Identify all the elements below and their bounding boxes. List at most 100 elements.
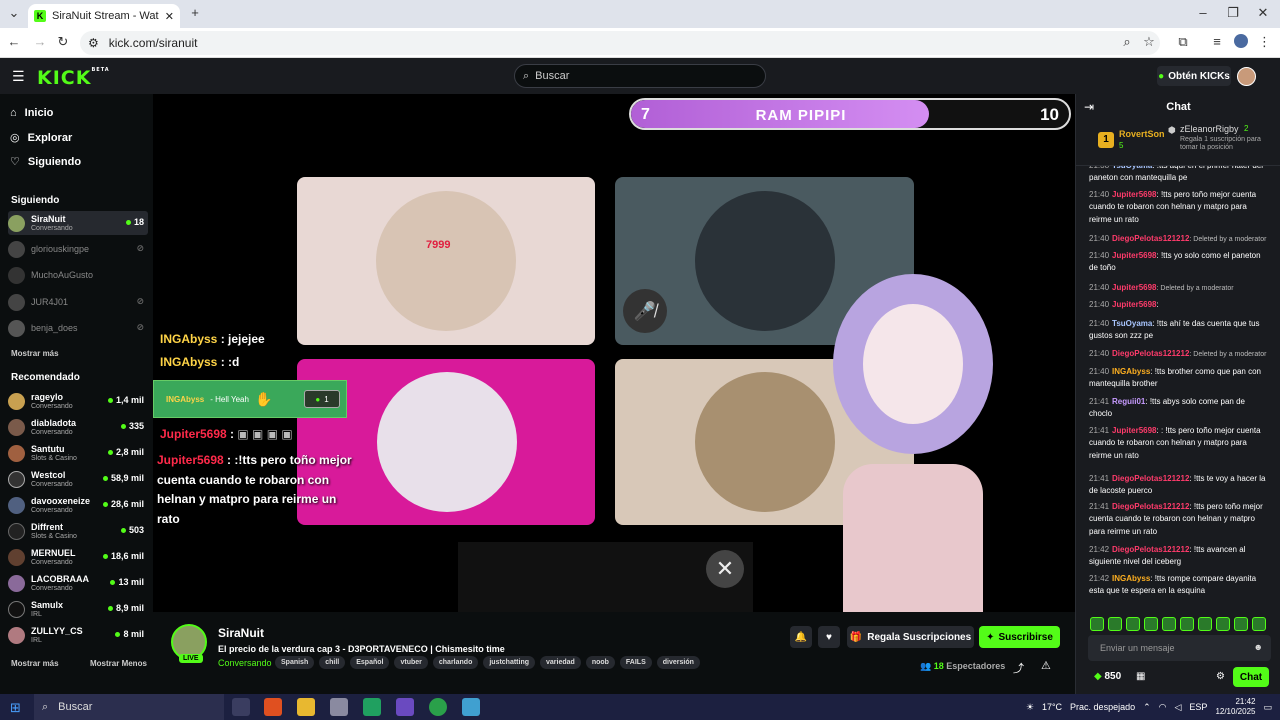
kick-logo[interactable]: KICKBETA — [37, 67, 110, 89]
tray-chevron-icon[interactable]: ⌃ — [1143, 702, 1151, 713]
sidebar-channel-benja-does[interactable]: benja_does ⊘ — [8, 316, 148, 340]
emoji-picker-icon[interactable]: ☻ — [1254, 642, 1263, 652]
follow-button[interactable]: ♥ — [818, 626, 840, 648]
emote-icon[interactable] — [1234, 617, 1248, 631]
send-chat-button[interactable]: Chat — [1233, 667, 1269, 687]
chat-username[interactable]: DiegoPelotas121212 — [1112, 545, 1189, 554]
chrome-icon[interactable] — [429, 698, 447, 716]
app-icon[interactable] — [363, 698, 381, 716]
emote-icon[interactable] — [1162, 617, 1176, 631]
sidebar-channel-muchoaugusto[interactable]: MuchoAuGusto — [8, 263, 148, 287]
site-info-icon[interactable]: ⚙ — [88, 36, 99, 50]
sidebar-channel-diffrent[interactable]: Diffrent Slots & Casino 503 — [8, 519, 148, 543]
sidebar-channel-davooxeneize[interactable]: davooxeneize Conversando 28,6 mil — [8, 493, 148, 517]
chat-username[interactable]: DiegoPelotas121212 — [1112, 502, 1189, 511]
clock[interactable]: 21:42 12/10/2025 — [1215, 697, 1255, 717]
volume-icon[interactable]: ◁ — [1175, 702, 1182, 713]
forward-icon[interactable]: → — [32, 34, 48, 49]
report-icon[interactable]: ⚠ — [1041, 659, 1051, 672]
restore-icon[interactable]: ❐ — [1226, 5, 1240, 21]
back-icon[interactable]: ← — [6, 34, 22, 49]
user-avatar[interactable] — [1237, 67, 1256, 86]
sidebar-channel-jur4j01[interactable]: JUR4J01 ⊘ — [8, 290, 148, 314]
settings-gear-icon[interactable]: ⚙ — [1216, 671, 1225, 682]
media-icon[interactable]: ≡ — [1210, 34, 1224, 49]
stream-category[interactable]: Conversando — [218, 658, 272, 668]
notification-icon[interactable]: ▭ — [1263, 702, 1272, 713]
emote-icon[interactable] — [1198, 617, 1212, 631]
tag[interactable]: justchatting — [483, 656, 536, 669]
sidebar-channel-samulx[interactable]: Samulx IRL 8,9 mil — [8, 597, 148, 621]
sidebar-channel-gloriouskingpe[interactable]: gloriouskingpe ⊘ — [8, 237, 148, 261]
chat-username[interactable]: DiegoPelotas121212 — [1112, 234, 1189, 243]
tag[interactable]: noob — [585, 656, 615, 669]
discord-icon[interactable] — [396, 698, 414, 716]
share-icon[interactable]: ⤴ — [1013, 660, 1024, 676]
bookmark-star-icon[interactable]: ☆ — [1142, 34, 1156, 50]
tag[interactable]: Spanish — [275, 656, 315, 669]
emote-icon[interactable] — [1252, 617, 1266, 631]
gift-subs-button[interactable]: 🎁 Regala Suscripciones — [847, 626, 974, 648]
subscribe-button[interactable]: ✦ Suscribirse — [979, 626, 1060, 648]
task-view-icon[interactable] — [232, 698, 250, 716]
show-less-link[interactable]: Mostrar Menos — [90, 659, 147, 668]
store-icon[interactable]: ▦ — [1136, 671, 1145, 682]
nav-home[interactable]: ⌂ Inicio — [10, 107, 53, 119]
nav-explore[interactable]: ◎ Explorar — [10, 131, 72, 145]
browser-menu-icon[interactable]: ⋮ — [1258, 34, 1271, 50]
emote-icon[interactable] — [1126, 617, 1140, 631]
emote-icon[interactable] — [1144, 617, 1158, 631]
tag[interactable]: variedad — [540, 656, 581, 669]
zoom-icon[interactable]: ⌕ — [1120, 34, 1134, 50]
minimize-icon[interactable]: – — [1196, 5, 1210, 20]
sidebar-channel-lacobraaa[interactable]: LACOBRAAA Conversando 13 mil — [8, 571, 148, 595]
chat-username[interactable]: DiegoPelotas121212 — [1112, 349, 1189, 358]
close-window-icon[interactable]: ✕ — [1256, 5, 1270, 21]
profile-avatar-icon[interactable] — [1234, 34, 1248, 48]
get-kicks-button[interactable]: ● Obtén KICKs — [1157, 66, 1231, 86]
sidebar-channel-westcol[interactable]: Westcol Conversando 58,9 mil — [8, 467, 148, 491]
sidebar-channel-zullyy-cs[interactable]: ZULLYY_CS IRL 8 mil — [8, 623, 148, 647]
chat-username[interactable]: Reguii01 — [1112, 397, 1145, 406]
chat-username[interactable]: Jupiter5698 — [1112, 426, 1156, 435]
sidebar-channel-rageylo[interactable]: rageylo Conversando 1,4 mil — [8, 389, 148, 413]
new-tab-icon[interactable]: + — [188, 5, 202, 20]
language-indicator[interactable]: ESP — [1189, 702, 1207, 712]
extensions-icon[interactable]: ⧉ — [1176, 34, 1190, 50]
channel-name[interactable]: SiraNuit — [218, 626, 264, 640]
taskbar-search[interactable]: ⌕ Buscar — [34, 694, 224, 720]
emote-icon[interactable] — [1108, 617, 1122, 631]
tag[interactable]: chill — [319, 656, 346, 669]
chat-username[interactable]: Jupiter5698 — [1112, 251, 1156, 260]
show-more-link[interactable]: Mostrar más — [11, 659, 59, 668]
tag[interactable]: Español — [350, 656, 390, 669]
video-player[interactable]: 7 RAM PIPIPI 10 7999 🎤̸ INGAbyss : jejej… — [153, 94, 1075, 612]
sidebar-channel-siranuit[interactable]: SiraNuit Conversando 18 — [8, 211, 148, 235]
show-more-following-link[interactable]: Mostrar más — [11, 349, 59, 358]
tag[interactable]: FAILS — [619, 656, 652, 669]
kicks-balance[interactable]: ◆ 850 — [1094, 671, 1121, 682]
sidebar-channel-diabladota[interactable]: diabladota Conversando 335 — [8, 415, 148, 439]
app-icon[interactable] — [462, 698, 480, 716]
brave-icon[interactable] — [264, 698, 282, 716]
file-explorer-icon[interactable] — [297, 698, 315, 716]
reload-icon[interactable]: ↻ — [55, 34, 71, 50]
chat-username[interactable]: Jupiter5698 — [1112, 300, 1156, 309]
chat-username[interactable]: INGAbyss — [1112, 574, 1150, 583]
sidebar-channel-mernuel[interactable]: MERNUEL Conversando 18,6 mil — [8, 545, 148, 569]
emote-icon[interactable] — [1180, 617, 1194, 631]
chat-username[interactable]: TsuOyama — [1112, 166, 1152, 170]
tag[interactable]: diversión — [656, 656, 700, 669]
search-input[interactable]: ⌕ Buscar — [514, 64, 766, 88]
chat-username[interactable]: TsuOyama — [1112, 319, 1152, 328]
emote-icon[interactable] — [1090, 617, 1104, 631]
chat-username[interactable]: INGAbyss — [1112, 367, 1150, 376]
hamburger-menu-icon[interactable]: ☰ — [12, 68, 25, 85]
chat-input[interactable]: Enviar un mensaje ☻ — [1088, 635, 1271, 661]
chat-username[interactable]: Jupiter5698 — [1112, 190, 1156, 199]
sidebar-channel-santutu[interactable]: Santutu Slots & Casino 2,8 mil — [8, 441, 148, 465]
close-tab-icon[interactable]: ✕ — [165, 10, 174, 23]
browser-tab[interactable]: K SiraNuit Stream - Watch Live o ✕ — [28, 4, 180, 28]
tag[interactable]: charlando — [432, 656, 479, 669]
tab-list-icon[interactable]: ⌄ — [6, 5, 22, 21]
